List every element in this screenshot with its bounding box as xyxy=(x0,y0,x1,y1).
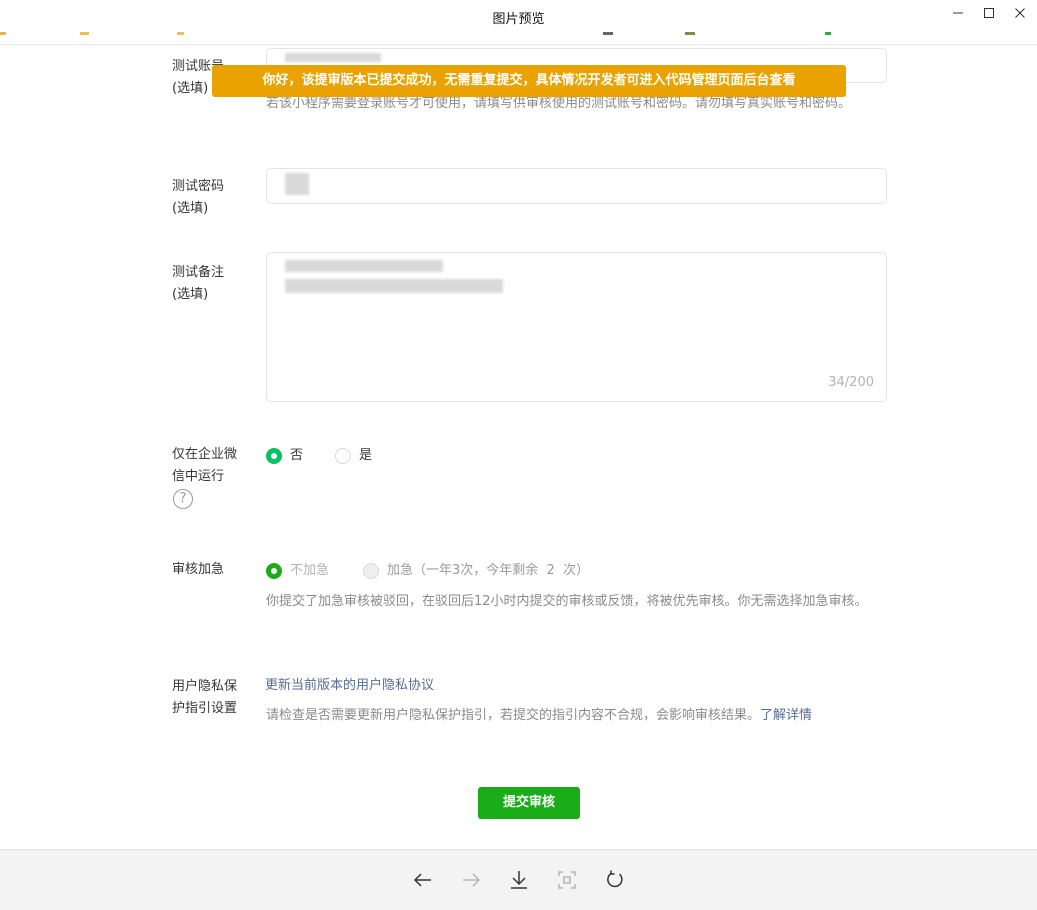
redacted-value xyxy=(285,260,443,272)
close-icon xyxy=(1015,8,1025,18)
redacted-value xyxy=(285,53,381,62)
learn-more-link[interactable]: 了解详情 xyxy=(760,708,812,723)
download-icon xyxy=(511,871,527,889)
maximize-button[interactable] xyxy=(979,4,999,22)
maximize-icon xyxy=(984,8,994,18)
submit-review-button[interactable]: 提交审核 xyxy=(478,787,580,819)
actual-size-button[interactable] xyxy=(556,869,578,891)
minimize-icon xyxy=(953,12,963,14)
wecom-no-label[interactable]: 否 xyxy=(290,448,303,464)
next-button[interactable] xyxy=(460,869,482,891)
wecom-no-radio[interactable] xyxy=(266,448,282,464)
privacy-guide-label: 用户隐私保 护指引设置 xyxy=(172,679,238,716)
rotate-button[interactable] xyxy=(604,869,626,891)
wecom-yes-radio[interactable] xyxy=(335,448,351,464)
rotate-icon xyxy=(607,870,623,888)
header-divider xyxy=(0,44,1037,45)
no-expedite-label[interactable]: 不加急 xyxy=(290,563,329,579)
previous-button[interactable] xyxy=(412,869,434,891)
arrow-right-icon xyxy=(463,873,481,887)
help-icon[interactable]: ? xyxy=(173,489,193,509)
window-titlebar: 图片预览 xyxy=(0,0,1037,32)
expedite-radio xyxy=(363,563,379,579)
wecom-only-label: 仅在企业微 信中运行 xyxy=(172,447,238,484)
redacted-value xyxy=(285,279,503,293)
expedite-option-label: 加急（一年3次，今年剩余 2 次） xyxy=(387,563,590,578)
arrow-left-icon xyxy=(413,873,431,887)
char-counter: 34/200 xyxy=(828,375,874,390)
test-password-label: 测试密码 (选填) xyxy=(172,179,225,216)
minimize-button[interactable] xyxy=(948,4,968,22)
close-window-button[interactable] xyxy=(1010,4,1030,22)
expedite-label: 审核加急 xyxy=(172,562,225,577)
test-notes-textarea[interactable]: 34/200 xyxy=(266,252,887,402)
fit-screen-icon xyxy=(558,871,576,889)
wecom-yes-label[interactable]: 是 xyxy=(359,448,372,464)
preview-toolbar xyxy=(0,849,1037,910)
download-button[interactable] xyxy=(508,869,530,891)
privacy-hint: 请检查是否需要更新用户隐私保护指引，若提交的指引内容不合规，会影响审核结果。了解… xyxy=(266,708,813,723)
cropped-bookmark-strip xyxy=(0,32,1037,44)
test-notes-label: 测试备注 (选填) xyxy=(172,265,225,302)
submit-success-toast: 你好，该提审版本已提交成功，无需重复提交，具体情况开发者可进入代码管理页面后台查… xyxy=(212,65,846,97)
no-expedite-radio[interactable] xyxy=(266,563,282,579)
expedite-hint: 你提交了加急审核被驳回，在驳回后12小时内提交的审核或反馈，将被优先审核。你无需… xyxy=(266,594,868,609)
update-privacy-link[interactable]: 更新当前版本的用户隐私协议 xyxy=(265,678,434,694)
redacted-value xyxy=(285,173,309,195)
window-title: 图片预览 xyxy=(492,12,545,27)
test-password-input[interactable] xyxy=(266,168,887,204)
